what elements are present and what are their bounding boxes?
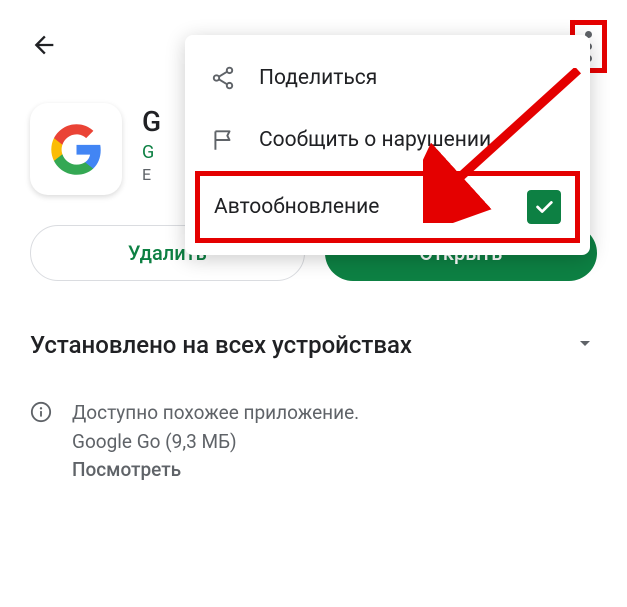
- installed-devices-section[interactable]: Установлено на всех устройствах: [0, 311, 627, 379]
- similar-line2: Google Go (9,3 МБ): [72, 428, 597, 457]
- autoupdate-checkbox[interactable]: [527, 190, 561, 224]
- menu-item-autoupdate[interactable]: Автообновление: [195, 171, 580, 243]
- options-dropdown: Поделиться Сообщить о нарушении Автообно…: [185, 35, 590, 255]
- menu-item-report[interactable]: Сообщить о нарушении: [185, 109, 590, 171]
- share-icon: [209, 65, 237, 91]
- info-icon: [30, 401, 52, 427]
- chevron-down-icon: [573, 331, 597, 359]
- autoupdate-label: Автообновление: [214, 195, 379, 219]
- flag-icon: [209, 127, 237, 153]
- installed-devices-title: Установлено на всех устройствах: [30, 331, 412, 359]
- share-label: Поделиться: [259, 66, 377, 90]
- similar-line1: Доступно похожее приложение.: [72, 399, 597, 428]
- back-button[interactable]: [30, 31, 58, 63]
- menu-item-share[interactable]: Поделиться: [185, 47, 590, 109]
- similar-app-notice: Доступно похожее приложение. Google Go (…: [0, 379, 627, 505]
- checkmark-icon: [533, 196, 555, 218]
- similar-view-link[interactable]: Посмотреть: [72, 456, 597, 485]
- app-icon[interactable]: [30, 103, 122, 195]
- google-logo-icon: [49, 122, 104, 177]
- report-label: Сообщить о нарушении: [259, 128, 491, 152]
